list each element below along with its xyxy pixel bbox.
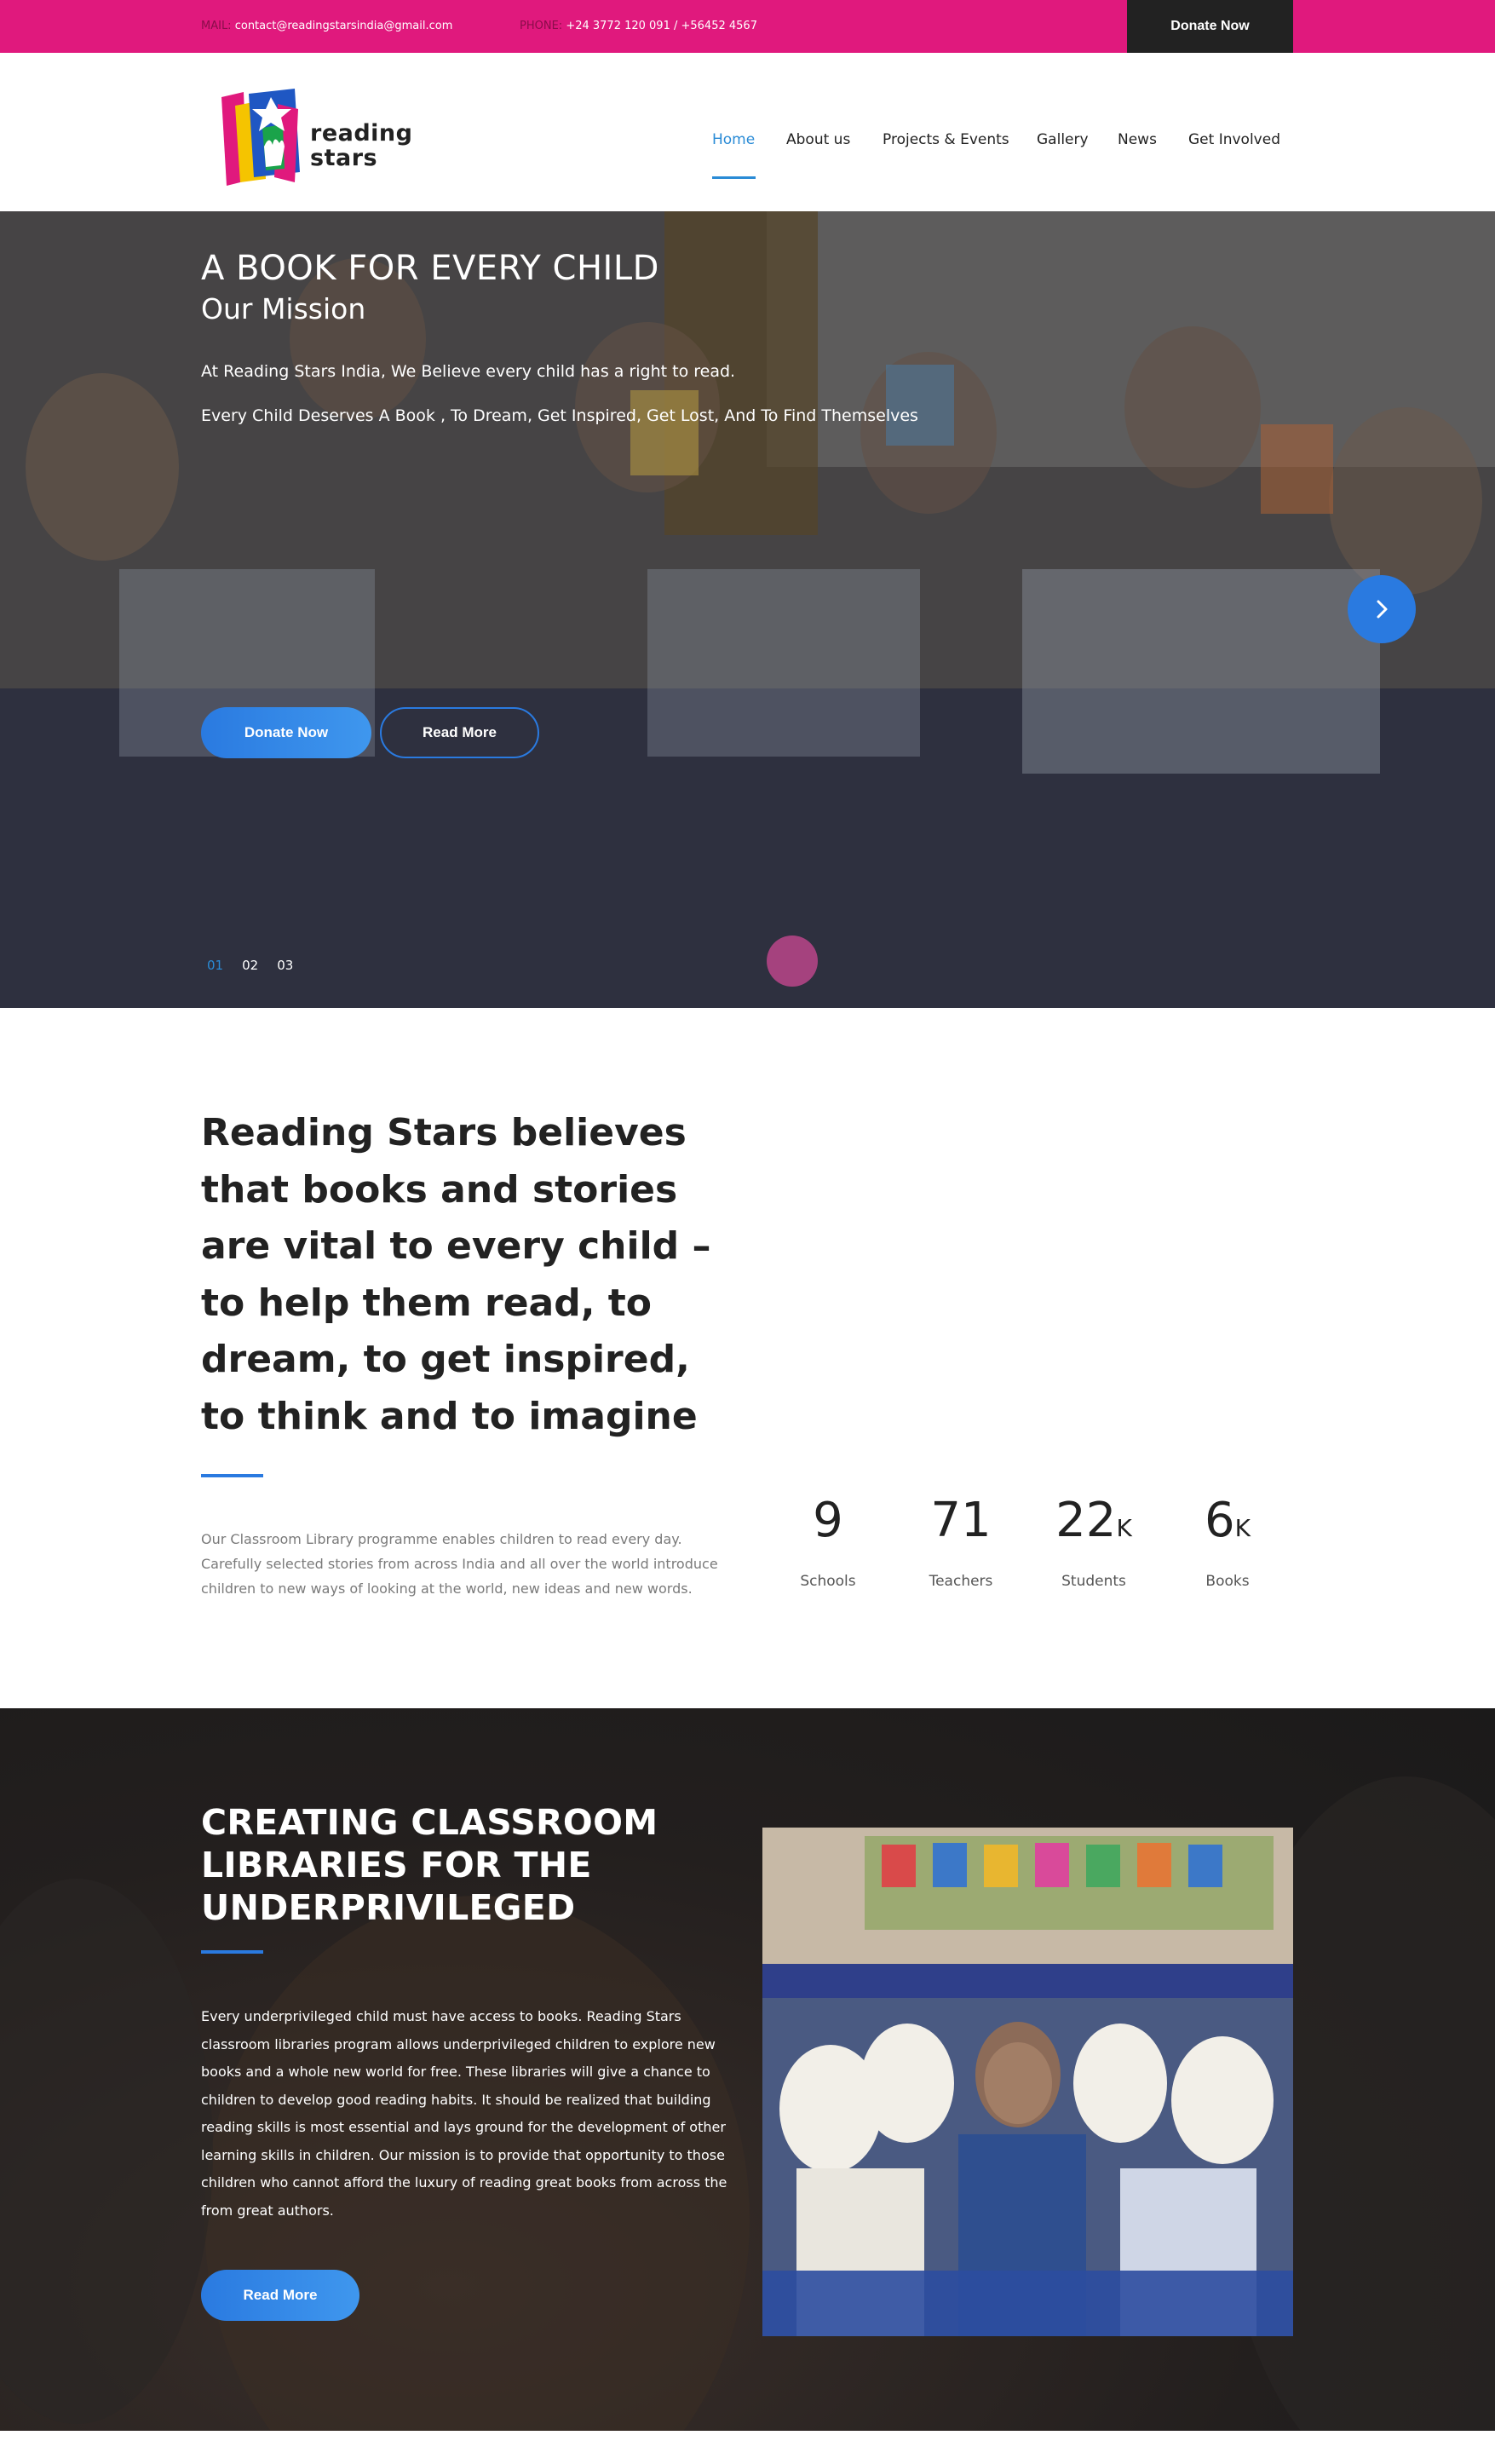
contact-mail: MAIL: contact@readingstarsindia@gmail.co… xyxy=(201,20,452,32)
stat-books-value: 6K xyxy=(1204,1493,1251,1548)
phone-label: PHONE: xyxy=(520,20,563,32)
logo-text: reading stars xyxy=(310,121,412,170)
top-donate-button[interactable]: Donate Now xyxy=(1127,0,1293,53)
mail-link[interactable]: contact@readingstarsindia@gmail.com xyxy=(235,20,453,32)
slide-indicator-1[interactable]: 01 xyxy=(207,958,223,973)
phone-link[interactable]: +24 3772 120 091 / +56452 4567 xyxy=(566,20,757,32)
mail-label: MAIL: xyxy=(201,20,232,32)
stat-teachers: 71 Teachers xyxy=(897,1493,1025,1591)
libraries-heading: CREATING CLASSROOM LIBRARIES FOR THE UND… xyxy=(201,1802,658,1928)
hero-title: A BOOK FOR EVERY CHILD xyxy=(201,249,659,288)
stat-schools-label: Schools xyxy=(800,1573,856,1590)
slide-indicator-2[interactable]: 02 xyxy=(242,958,258,973)
stat-books: 6K Books xyxy=(1164,1493,1291,1591)
nav-item-get-involved[interactable]: Get Involved xyxy=(1188,131,1280,148)
stat-books-label: Books xyxy=(1205,1573,1250,1590)
stat-teachers-label: Teachers xyxy=(929,1573,993,1590)
nav-item-about-us[interactable]: About us xyxy=(786,131,850,148)
classroom-library-photo xyxy=(762,1828,1293,2336)
stat-students-value: 22K xyxy=(1055,1493,1132,1548)
stat-schools-value: 9 xyxy=(813,1493,843,1548)
slide-indicator-3[interactable]: 03 xyxy=(277,958,293,973)
slider-next-button[interactable] xyxy=(1348,575,1416,643)
chevron-right-icon xyxy=(1377,600,1388,619)
site-header: reading stars Home About us Projects & E… xyxy=(0,53,1495,211)
page-bottom-strip xyxy=(0,2431,1495,2464)
stat-students-label: Students xyxy=(1061,1573,1126,1590)
site-logo[interactable]: reading stars xyxy=(218,87,414,193)
hero-donate-button[interactable]: Donate Now xyxy=(201,707,371,758)
stat-students: 22K Students xyxy=(1030,1493,1158,1591)
nav-item-gallery[interactable]: Gallery xyxy=(1037,131,1089,148)
hero-text-line1: At Reading Stars India, We Believe every… xyxy=(201,362,736,381)
contact-phone: PHONE: +24 3772 120 091 / +56452 4567 xyxy=(520,20,757,32)
hero-subtitle: Our Mission xyxy=(201,292,366,325)
libraries-accent-line xyxy=(201,1950,263,1954)
libraries-description: Every underprivileged child must have ac… xyxy=(201,2008,727,2219)
slider-pagination: 01 02 03 xyxy=(207,958,293,973)
top-contact-bar: MAIL: contact@readingstarsindia@gmail.co… xyxy=(0,0,1495,53)
logo-mark-icon xyxy=(221,89,300,186)
hero-text-line2: Every Child Deserves A Book , To Dream, … xyxy=(201,406,918,425)
nav-active-indicator xyxy=(712,176,756,179)
about-description: Our Classroom Library programme enables … xyxy=(201,1531,718,1597)
nav-item-projects-events[interactable]: Projects & Events xyxy=(883,131,1009,148)
logo-text-line2: stars xyxy=(310,145,378,171)
nav-item-news[interactable]: News xyxy=(1118,131,1157,148)
hero-slider: 01 02 03 xyxy=(0,211,1495,1008)
hero-background-photo xyxy=(0,211,1495,1008)
hero-read-more-button[interactable]: Read More xyxy=(380,707,539,758)
stat-schools: 9 Schools xyxy=(764,1493,892,1591)
about-heading: Reading Stars believes that books and st… xyxy=(201,1111,711,1438)
about-accent-line xyxy=(201,1474,263,1477)
classroom-photo-image xyxy=(762,1828,1293,2336)
nav-item-home[interactable]: Home xyxy=(712,131,755,148)
libraries-read-more-button[interactable]: Read More xyxy=(201,2270,359,2321)
stat-teachers-value: 71 xyxy=(930,1493,992,1548)
logo-text-line1: reading xyxy=(310,120,413,147)
